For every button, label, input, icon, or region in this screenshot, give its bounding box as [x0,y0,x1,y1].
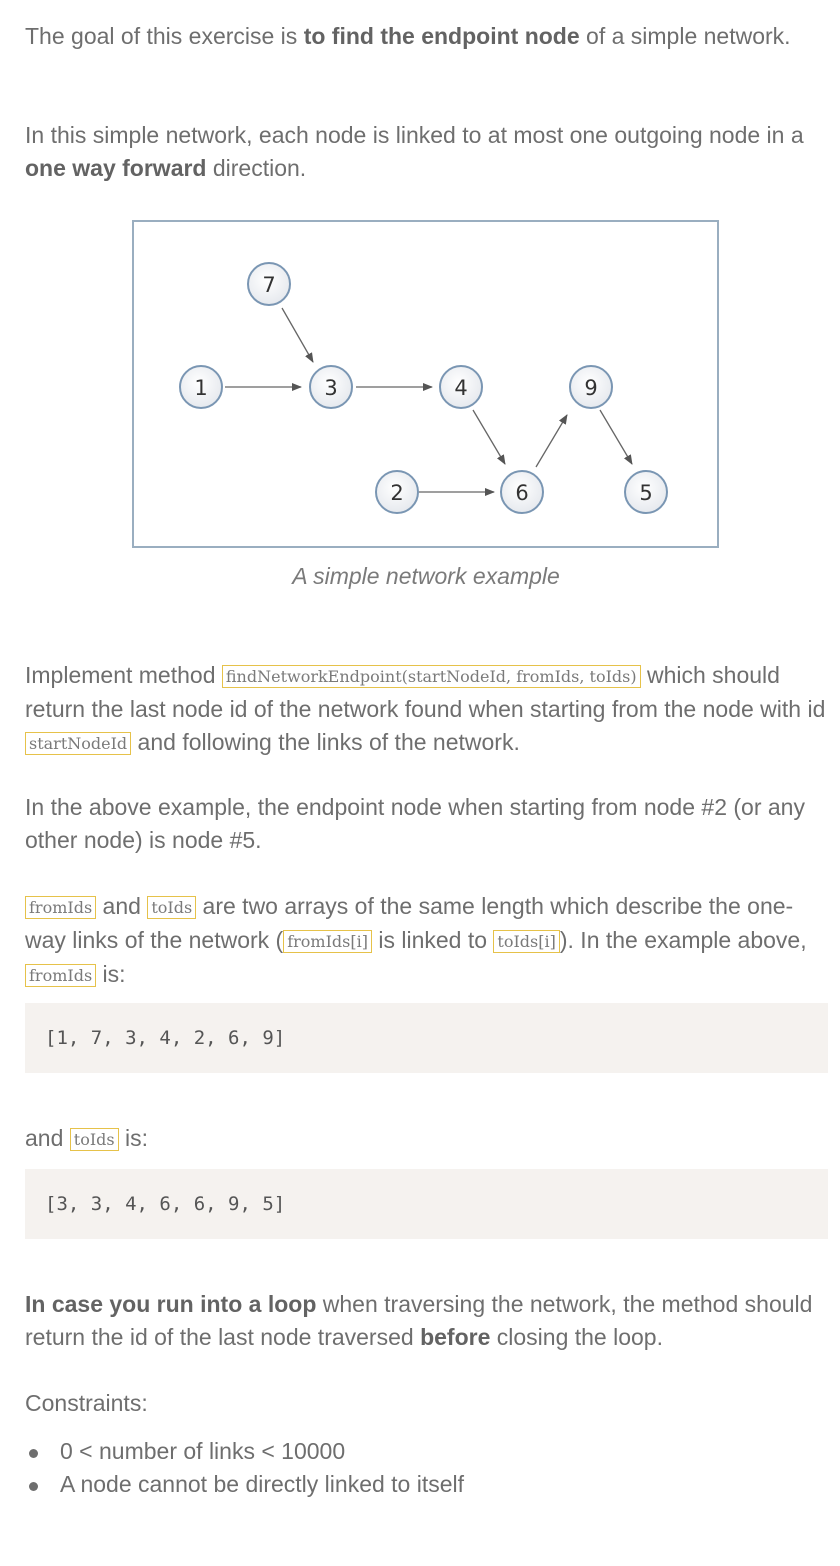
node-2-label: 2 [390,481,403,505]
edge-4-6 [472,409,506,465]
node-1-label: 1 [194,376,207,400]
constraints-title: Constraints: [25,1390,148,1416]
fromids-i-code: fromIds[i] [283,930,372,953]
method-paragraph: Implement method findNetworkEndpoint(sta… [25,659,830,760]
node-3-label: 3 [324,376,337,400]
node-5-label: 5 [639,481,652,505]
intro-text: The goal of this exercise is [25,23,304,49]
network-paragraph: In this simple network, each node is lin… [25,119,825,185]
example-paragraph: In the above example, the endpoint node … [25,794,805,853]
method-text-3: and following the links of the network. [131,729,520,755]
toids-code-block: [3, 3, 4, 6, 6, 9, 5] [25,1169,828,1239]
edge-7-3 [281,307,314,363]
toids-code: toIds [147,896,197,919]
toids-i-code: toIds[i] [493,930,560,953]
start-node-id-code: startNodeId [25,732,132,755]
loop-bold: In case you run into a loop [25,1291,317,1317]
network-diagram-svg: 7 1 3 4 9 2 6 5 [179,262,668,514]
node-2: 2 [375,470,419,514]
edge-6-9 [535,414,568,468]
list-item: 0 < number of links < 10000 [25,1435,830,1468]
method-text: Implement method [25,662,222,688]
constraints-section: Constraints: 0 < number of links < 10000… [25,1387,830,1501]
intro-paragraph: The goal of this exercise is to find the… [25,20,825,53]
figure-caption: A simple network example [292,563,560,589]
arrays-text-3: is linked to [371,927,494,953]
arrays-paragraph: fromIds and toIds are two arrays of the … [25,890,830,992]
list-item: A node cannot be directly linked to itse… [25,1468,830,1501]
node-1: 1 [179,365,223,409]
node-7: 7 [247,262,291,306]
arrays-text-4: ). In the example above, [559,927,807,953]
fromids-code-block: [1, 7, 3, 4, 2, 6, 9] [25,1003,828,1073]
method-signature-code: findNetworkEndpoint(startNodeId, fromIds… [221,665,641,688]
network-text: In this simple network, each node is lin… [25,122,804,148]
node-7-label: 7 [262,273,275,297]
network-diagram: 7 1 3 4 9 2 6 5 [132,220,719,548]
fromids-code-2: fromIds [25,964,97,987]
intro-bold: to find the endpoint node [303,23,580,49]
node-4-label: 4 [454,376,467,400]
network-bold: one way forward [25,155,207,181]
loop-text-end: closing the loop. [490,1324,663,1350]
arrays-text: and [96,893,148,919]
toids-text-2: is: [118,1125,148,1151]
arrays-text-5: is: [96,961,126,987]
node-9: 9 [569,365,613,409]
node-9-label: 9 [584,376,597,400]
node-5: 5 [624,470,668,514]
toids-inline-code: toIds [69,1128,119,1151]
constraints-list: 0 < number of links < 10000 A node canno… [25,1435,830,1501]
toids-text: and [25,1125,70,1151]
edge-9-5 [599,409,633,465]
toids-paragraph: and toIds is: [25,1122,830,1156]
intro-text-end: of a simple network. [579,23,791,49]
fromids-code: fromIds [25,896,97,919]
node-6-label: 6 [515,481,528,505]
node-4: 4 [439,365,483,409]
node-6: 6 [500,470,544,514]
node-3: 3 [309,365,353,409]
network-text-end: direction. [206,155,307,181]
loop-bold-before: before [420,1324,491,1350]
loop-paragraph: In case you run into a loop when travers… [25,1288,830,1354]
